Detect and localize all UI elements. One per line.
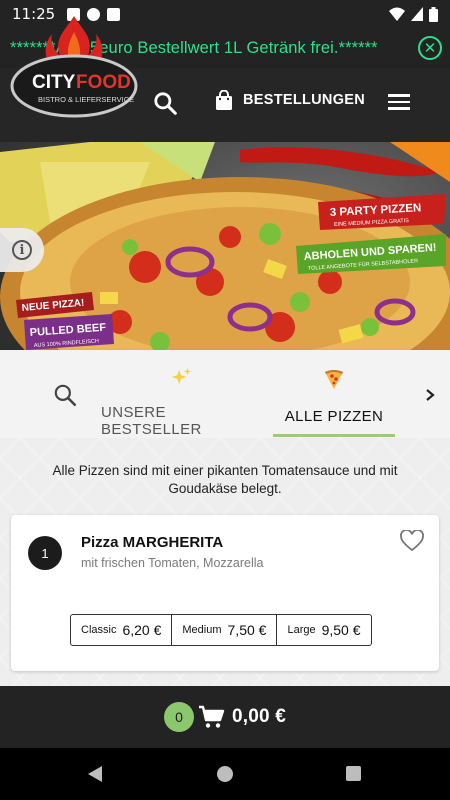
cart-total: 0,00 € (231, 706, 287, 727)
size-option-medium[interactable]: Medium 7,50 € (172, 615, 278, 645)
shopping-cart-icon (198, 705, 225, 728)
back-icon[interactable] (86, 765, 104, 783)
size-price: 6,20 € (122, 622, 162, 638)
menu-button[interactable] (388, 94, 410, 110)
shopping-bag-icon (216, 90, 232, 110)
pizza-hero-image: 3 PARTY PIZZEN EINE MEDIUM PIZZA GRATIS … (0, 142, 450, 350)
size-price: 9,50 € (321, 622, 361, 638)
wifi-icon (389, 7, 405, 21)
home-icon[interactable] (217, 766, 233, 782)
logo-subtitle: BISTRO & LIEFERSERVICE (38, 95, 134, 104)
product-name: Pizza MARGHERITA (81, 534, 224, 551)
system-nav-bar (0, 748, 450, 800)
size-label: Classic (81, 624, 117, 636)
category-tabs: UNSERE BESTSELLER ALLE PIZZEN (0, 350, 450, 438)
cart-bar[interactable]: 0 0,00 € (0, 686, 450, 748)
battery-icon (429, 6, 438, 22)
cityfood-logo: CITY FOOD BISTRO & LIEFERSERVICE (10, 16, 138, 118)
close-icon: ✕ (423, 40, 437, 57)
active-tab-indicator (273, 434, 395, 437)
orders-label: BESTELLUNGEN (243, 92, 366, 108)
product-number-badge: 1 (28, 536, 62, 570)
info-button[interactable]: i (0, 228, 44, 272)
cart-count-badge: 0 (163, 702, 194, 732)
recent-apps-icon[interactable] (346, 766, 361, 781)
orders-button[interactable]: BESTELLUNGEN (215, 90, 365, 110)
tab-all-pizzas[interactable]: ALLE PIZZEN (273, 350, 395, 438)
size-label: Medium (182, 624, 222, 636)
category-description: Alle Pizzen sind mit einer pikanten Toma… (52, 463, 398, 496)
size-option-large[interactable]: Large 9,50 € (277, 615, 370, 645)
tab-all-pizzas-label: ALLE PIZZEN (284, 408, 384, 425)
hamburger-icon (388, 94, 410, 97)
product-description: mit frischen Tomaten, Mozzarella (81, 556, 264, 570)
search-icon[interactable] (152, 90, 178, 116)
size-price: 7,50 € (227, 622, 267, 638)
pizza-icon (325, 370, 343, 389)
signal-icon (411, 7, 423, 21)
chevron-right-icon[interactable] (420, 382, 440, 408)
sparkles-icon (171, 367, 192, 385)
info-icon: i (12, 240, 32, 260)
search-icon[interactable] (52, 382, 78, 408)
logo-city-text: CITY (32, 72, 76, 93)
logo-food-text: FOOD (76, 72, 131, 93)
menu-content: Alle Pizzen sind mit einer pikanten Toma… (0, 438, 450, 686)
product-card[interactable]: 1 Pizza MARGHERITA mit frischen Tomaten,… (11, 515, 439, 671)
favorite-heart-icon[interactable] (400, 530, 424, 552)
size-option-classic[interactable]: Classic 6,20 € (71, 615, 173, 645)
badge-beef: PULLED BEEF AUS 100% RINDFLEISCH (24, 314, 114, 350)
size-selector: Classic 6,20 € Medium 7,50 € Large 9,50 … (70, 614, 372, 646)
promo-close-button[interactable]: ✕ (418, 36, 442, 60)
size-label: Large (287, 624, 316, 636)
tab-bestseller[interactable]: UNSERE BESTSELLER (101, 350, 261, 438)
tab-bestseller-label: UNSERE BESTSELLER (101, 404, 202, 438)
hero-banner: 3 PARTY PIZZEN EINE MEDIUM PIZZA GRATIS … (0, 142, 450, 350)
